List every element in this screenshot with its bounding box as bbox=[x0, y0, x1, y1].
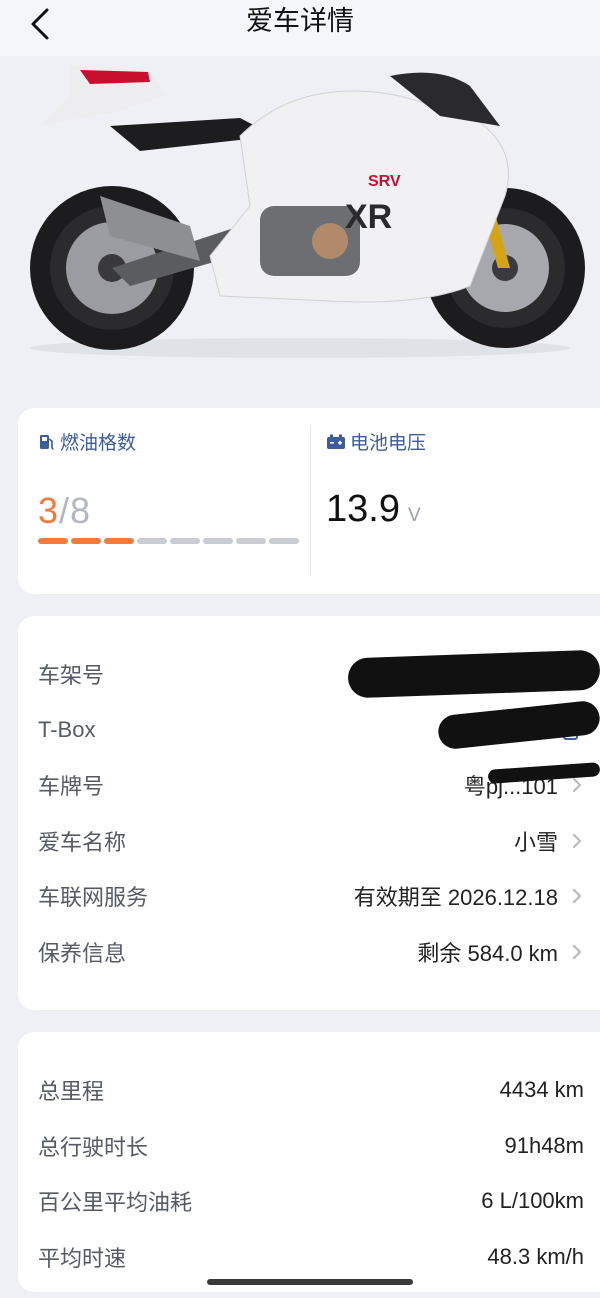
battery-label: 电池电压 bbox=[326, 428, 426, 455]
stat-row: 百公里平均油耗 6 L/100km bbox=[38, 1181, 584, 1221]
status-card: 燃油格数 3/8 电池电压 13.9 V bbox=[18, 408, 600, 594]
riding-stats-card: 总里程 4434 km 总行驶时长 91h48m 百公里平均油耗 6 L/100km 平均时… bbox=[18, 1032, 600, 1292]
vehicle-info-card: 车架号LYDCC1D...91791T-BoxFb...nw车牌号粤pj...1… bbox=[18, 616, 600, 1010]
stat-value: 6 L/100km bbox=[481, 1188, 584, 1214]
stat-value: 91h48m bbox=[504, 1132, 584, 1158]
stat-value: 48.3 km/h bbox=[487, 1243, 584, 1269]
fuel-segment bbox=[236, 538, 266, 544]
detail-label: 保养信息 bbox=[38, 941, 127, 966]
battery-voltage: 13.9 V bbox=[326, 488, 421, 530]
fuel-label: 燃油格数 bbox=[38, 428, 136, 455]
fuel-segment bbox=[170, 538, 200, 544]
fuel-segment bbox=[203, 538, 233, 544]
fuel-segment bbox=[38, 538, 68, 544]
fuel-segment bbox=[71, 538, 101, 544]
stat-label: 总里程 bbox=[38, 1079, 105, 1104]
top-bar: 爱车详情 bbox=[0, 0, 600, 56]
detail-label: 车架号 bbox=[38, 663, 105, 688]
chevron-right-icon bbox=[573, 889, 581, 904]
stat-label: 总行驶时长 bbox=[38, 1134, 149, 1160]
fuel-level-bar bbox=[38, 538, 299, 544]
fuel-segment bbox=[269, 538, 299, 544]
detail-label: T-Box bbox=[38, 716, 96, 742]
detail-value: 剩余 584.0 km bbox=[417, 936, 584, 968]
detail-label: 爱车名称 bbox=[38, 829, 127, 855]
motorcycle-image: XR SRV bbox=[0, 56, 600, 386]
fuel-segment bbox=[104, 538, 134, 544]
detail-value: 有效期至 2026.12.18 bbox=[354, 880, 584, 912]
fuel-segment bbox=[137, 538, 167, 544]
svg-text:SRV: SRV bbox=[368, 173, 401, 190]
page-title: 爱车详情 bbox=[246, 6, 354, 36]
stat-row: 总行驶时长 91h48m bbox=[38, 1126, 584, 1166]
battery-icon bbox=[327, 434, 345, 449]
detail-label: 车联网服务 bbox=[38, 885, 149, 911]
detail-row[interactable]: 爱车名称 小雪 bbox=[38, 821, 584, 861]
divider bbox=[310, 426, 311, 576]
fuel-level-value: 3/8 bbox=[38, 490, 92, 531]
chevron-right-icon bbox=[573, 833, 581, 848]
svg-text:XR: XR bbox=[345, 198, 392, 236]
stat-value: 4434 km bbox=[499, 1077, 584, 1102]
stat-row: 平均时速 48.3 km/h bbox=[38, 1237, 584, 1277]
chevron-right-icon bbox=[573, 945, 581, 959]
detail-value: 小雪 bbox=[514, 825, 584, 857]
home-indicator[interactable] bbox=[207, 1279, 413, 1285]
detail-row[interactable]: 保养信息 剩余 584.0 km bbox=[38, 932, 584, 972]
chevron-right-icon bbox=[573, 778, 581, 793]
detail-row[interactable]: 车联网服务 有效期至 2026.12.18 bbox=[38, 876, 584, 916]
stat-row: 总里程 4434 km bbox=[38, 1070, 584, 1110]
detail-label: 车牌号 bbox=[38, 774, 105, 800]
stat-label: 平均时速 bbox=[38, 1245, 127, 1271]
fuel-pump-icon bbox=[40, 434, 54, 450]
stat-label: 百公里平均油耗 bbox=[38, 1190, 193, 1216]
